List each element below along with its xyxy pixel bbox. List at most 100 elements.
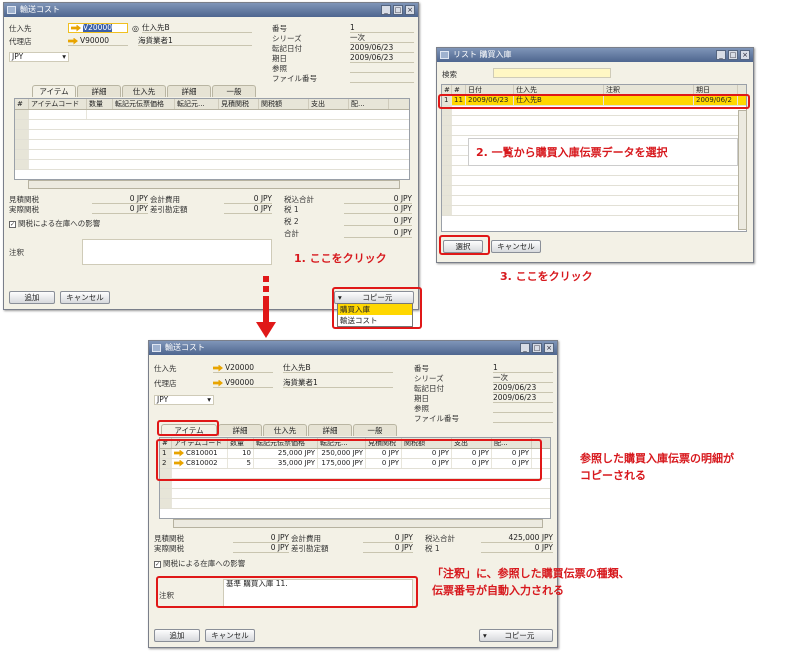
- search-input[interactable]: [493, 68, 611, 78]
- close-button[interactable]: ×: [544, 343, 554, 353]
- acct-cost-value: 0 JPY: [224, 194, 272, 204]
- table-row[interactable]: [15, 150, 409, 160]
- search-label: 検索: [442, 70, 457, 79]
- copy-from-button[interactable]: ▾ コピー元: [479, 629, 553, 642]
- tax1-label: 税 1: [425, 544, 440, 553]
- table-row[interactable]: [15, 120, 409, 130]
- chevron-down-icon: ▾: [207, 395, 211, 404]
- remarks-field[interactable]: [82, 239, 272, 265]
- tab-details[interactable]: 詳細: [218, 424, 262, 436]
- vendor-name-field[interactable]: 仕入先B: [142, 23, 252, 33]
- contact-label: 代理店: [9, 37, 32, 46]
- tax1-value: 0 JPY: [344, 204, 412, 214]
- cancel-button[interactable]: キャンセル: [205, 629, 255, 642]
- link-arrow-icon[interactable]: [213, 379, 223, 387]
- maximize-button[interactable]: □: [532, 343, 542, 353]
- tab-items[interactable]: アイテム: [32, 85, 76, 97]
- vendor-name-field[interactable]: 仕入先B: [283, 363, 393, 373]
- col-header: 転記元伝票価格: [113, 99, 175, 109]
- vertical-scrollbar[interactable]: [738, 110, 747, 230]
- table-row[interactable]: [442, 126, 746, 136]
- table-row[interactable]: [15, 140, 409, 150]
- minimize-button[interactable]: _: [716, 50, 726, 60]
- doc-number-field[interactable]: 1: [493, 363, 553, 373]
- total-before-tax-value: 0 JPY: [344, 194, 412, 204]
- contact-code-field[interactable]: V90000: [68, 36, 128, 46]
- cancel-button[interactable]: キャンセル: [491, 240, 541, 253]
- contact-name-field[interactable]: 海貨業者1: [138, 36, 252, 46]
- close-button[interactable]: ×: [740, 50, 750, 60]
- tab-vendor[interactable]: 仕入先: [122, 85, 166, 97]
- table-row[interactable]: [442, 116, 746, 126]
- window-icon: [440, 51, 449, 59]
- currency-select[interactable]: JPY ▾: [154, 395, 214, 405]
- minimize-button[interactable]: _: [381, 5, 391, 15]
- tab-general[interactable]: 一般: [353, 424, 397, 436]
- actual-duty-label: 実際関税: [9, 205, 39, 214]
- contact-label: 代理店: [154, 379, 177, 388]
- title-bar: 輸送コスト _ □ ×: [149, 341, 557, 355]
- table-row[interactable]: [442, 176, 746, 186]
- tab-general[interactable]: 一般: [212, 85, 256, 97]
- horizontal-scrollbar[interactable]: [173, 519, 543, 528]
- add-button[interactable]: 追加: [154, 629, 200, 642]
- file-number-field[interactable]: [350, 73, 414, 83]
- posting-date-field[interactable]: 2009/06/23: [493, 383, 553, 393]
- offset-value: 0 JPY: [363, 543, 413, 553]
- table-row[interactable]: [442, 166, 746, 176]
- table-row[interactable]: [15, 110, 409, 120]
- table-row[interactable]: [160, 499, 550, 509]
- annotation-step2: 2. 一覧から購買入庫伝票データを選択: [476, 146, 668, 159]
- add-button[interactable]: 追加: [9, 291, 55, 304]
- file-number-label: ファイル番号: [414, 414, 459, 423]
- tab-vendor[interactable]: 仕入先: [263, 424, 307, 436]
- table-row[interactable]: [160, 489, 550, 499]
- flow-arrow: [256, 276, 276, 346]
- check-icon: ✓: [154, 560, 161, 568]
- vendor-info-icon[interactable]: ◎: [132, 24, 139, 33]
- series-field[interactable]: 一次: [493, 373, 553, 383]
- horizontal-scrollbar[interactable]: [28, 180, 400, 189]
- annotation-remarks: 「注釈」に、参照した購買伝票の種類、 伝票番号が自動入力される: [432, 565, 630, 599]
- vendor-code-field[interactable]: V20000: [213, 363, 273, 373]
- table-row[interactable]: [442, 186, 746, 196]
- link-arrow-icon[interactable]: [71, 24, 81, 32]
- duty-checkbox[interactable]: ✓ 関税による在庫への影響: [9, 218, 100, 229]
- currency-select[interactable]: JPY ▾: [9, 52, 69, 62]
- tab-details[interactable]: 詳細: [77, 85, 121, 97]
- close-button[interactable]: ×: [405, 5, 415, 15]
- series-field[interactable]: 一次: [350, 33, 414, 43]
- contact-code-field[interactable]: V90000: [213, 378, 273, 388]
- tab-details-2[interactable]: 詳細: [167, 85, 211, 97]
- table-row[interactable]: [15, 160, 409, 170]
- maximize-button[interactable]: □: [728, 50, 738, 60]
- link-arrow-icon[interactable]: [68, 37, 78, 45]
- est-duty-value: 0 JPY: [233, 533, 289, 543]
- minimize-button[interactable]: _: [520, 343, 530, 353]
- table-row[interactable]: [442, 206, 746, 216]
- title-bar: 輸送コスト _ □ ×: [4, 3, 418, 17]
- due-date-field[interactable]: 2009/06/23: [493, 393, 553, 403]
- due-date-field[interactable]: 2009/06/23: [350, 53, 414, 63]
- tab-details-2[interactable]: 詳細: [308, 424, 352, 436]
- vendor-code-field[interactable]: V20000: [68, 23, 128, 33]
- doc-number-field[interactable]: 1: [350, 23, 414, 33]
- actual-duty-value: 0 JPY: [92, 204, 148, 214]
- link-arrow-icon[interactable]: [213, 364, 223, 372]
- tax1-value: 0 JPY: [481, 543, 553, 553]
- reference-field[interactable]: [350, 63, 414, 73]
- contact-name-field[interactable]: 海貨業者1: [283, 378, 393, 388]
- items-grid[interactable]: # アイテムコード 数量 転記元伝票価格 転記元... 見積関税 関税額 支出 …: [14, 98, 410, 180]
- reference-field[interactable]: [493, 403, 553, 413]
- duty-checkbox[interactable]: ✓ 関税による在庫への影響: [154, 558, 245, 569]
- posting-date-field[interactable]: 2009/06/23: [350, 43, 414, 53]
- window-icon: [152, 344, 161, 352]
- annotation-step3: 3. ここをクリック: [500, 270, 593, 283]
- cancel-button[interactable]: キャンセル: [60, 291, 110, 304]
- table-row[interactable]: [442, 196, 746, 206]
- col-header: 数量: [87, 99, 113, 109]
- table-row[interactable]: [15, 130, 409, 140]
- annotation-step1: 1. ここをクリック: [294, 252, 387, 265]
- maximize-button[interactable]: □: [393, 5, 403, 15]
- file-number-field[interactable]: [493, 413, 553, 423]
